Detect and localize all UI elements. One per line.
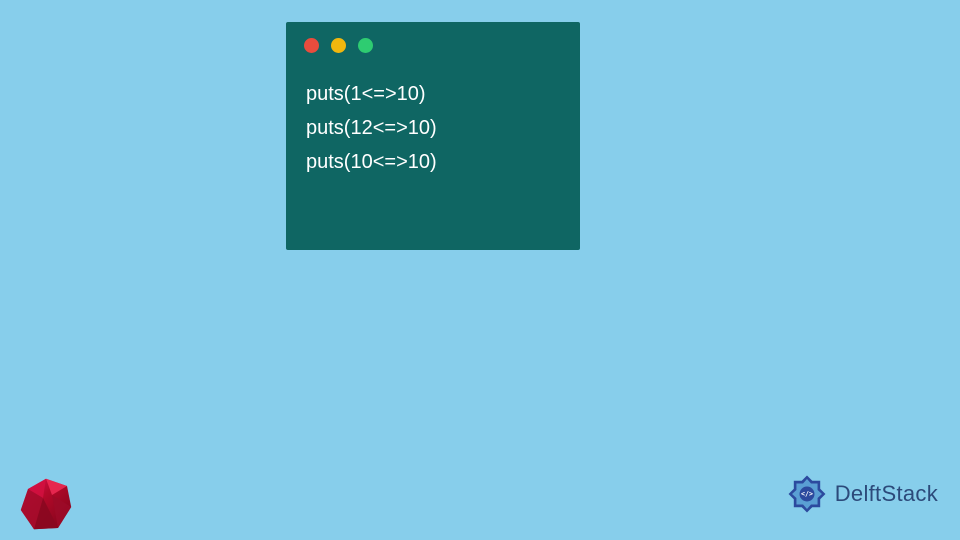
code-window: puts(1<=>10) puts(12<=>10) puts(10<=>10)	[286, 22, 580, 250]
maximize-dot-icon	[358, 38, 373, 53]
code-line: puts(10<=>10)	[306, 145, 560, 179]
svg-text:</>: </>	[801, 490, 813, 498]
ruby-logo-icon	[16, 474, 76, 534]
close-dot-icon	[304, 38, 319, 53]
delftstack-name: DelftStack	[835, 481, 938, 507]
window-controls	[286, 22, 580, 53]
code-line: puts(12<=>10)	[306, 111, 560, 145]
delftstack-badge-icon: </>	[785, 472, 829, 516]
delftstack-logo: </> DelftStack	[785, 472, 938, 516]
code-line: puts(1<=>10)	[306, 77, 560, 111]
minimize-dot-icon	[331, 38, 346, 53]
code-block: puts(1<=>10) puts(12<=>10) puts(10<=>10)	[286, 53, 580, 179]
